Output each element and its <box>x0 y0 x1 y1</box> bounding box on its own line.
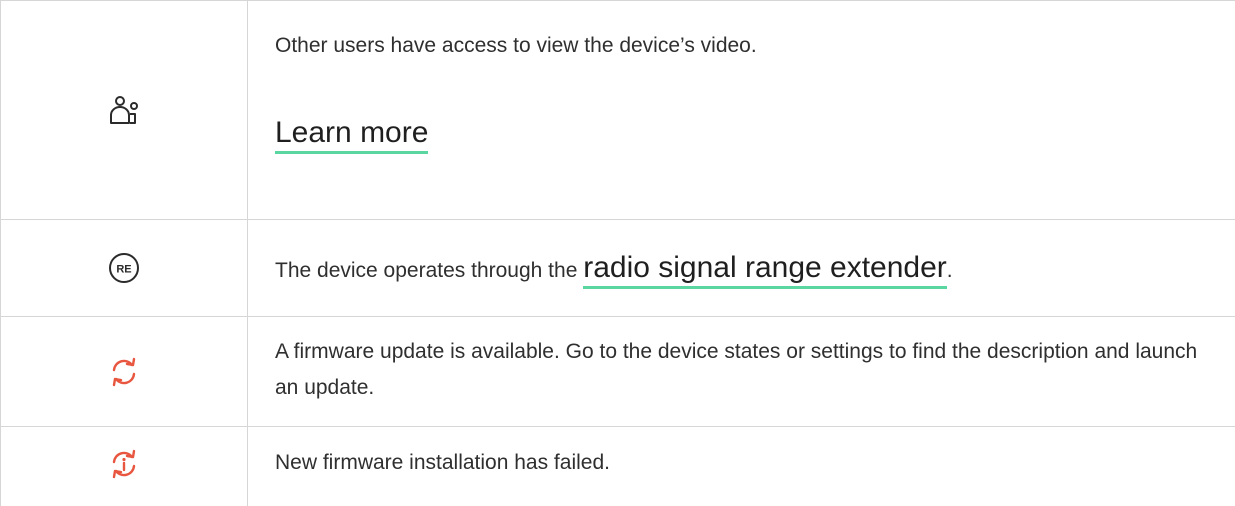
re-badge-label: RE <box>116 264 131 276</box>
range-extender-link[interactable]: radio signal range extender <box>583 251 947 289</box>
table-row: Other users have access to view the devi… <box>0 1 1235 220</box>
table-row: New firmware installation has failed. <box>0 427 1235 506</box>
row-text: New firmware installation has failed. <box>275 451 610 474</box>
row-text: The device operates through the radio si… <box>275 248 1215 291</box>
row-text-before: The device operates through the <box>275 259 584 282</box>
refresh-arrows-icon <box>100 352 148 392</box>
learn-more-link[interactable]: Learn more <box>275 116 429 154</box>
table-row: A firmware update is available. Go to th… <box>0 317 1235 427</box>
row-text-after: . <box>946 259 953 282</box>
shared-users-icon <box>100 91 148 131</box>
learn-more-wrapper: Learn more <box>275 113 429 154</box>
row-text: Other users have access to view the devi… <box>275 34 757 57</box>
table-row: RE The device operates through the radio… <box>0 220 1235 317</box>
info-refresh-icon <box>100 444 148 484</box>
row-text: A firmware update is available. Go to th… <box>275 340 1198 399</box>
icons-table: Other users have access to view the devi… <box>0 0 1235 506</box>
re-badge-icon: RE <box>100 248 148 288</box>
